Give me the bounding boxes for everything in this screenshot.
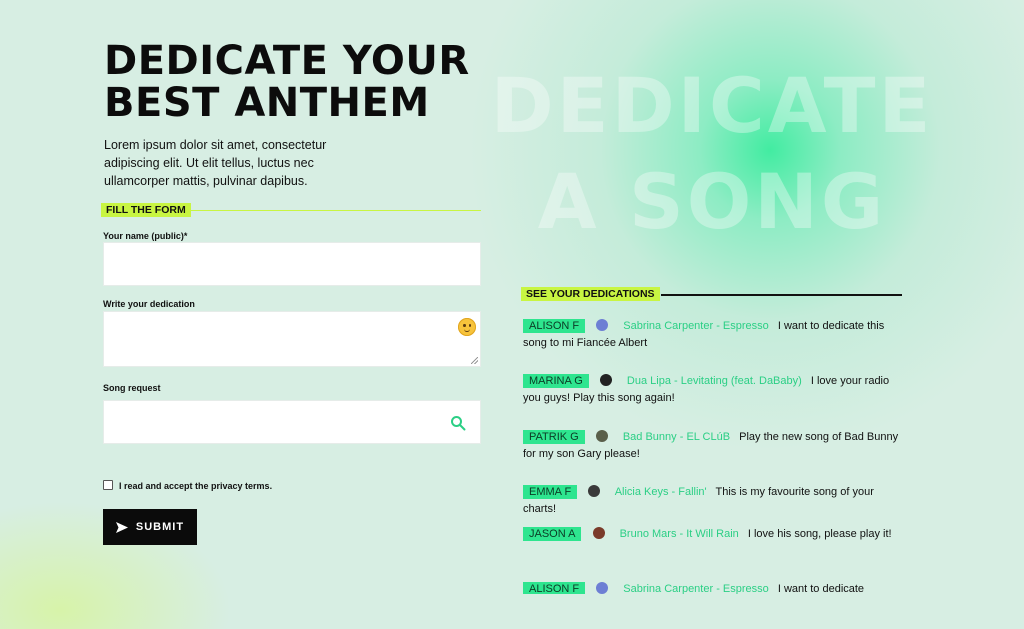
song-link[interactable]: Bad Bunny - EL CLúB <box>623 431 730 443</box>
page-title-line-2: BEST ANTHEM <box>104 80 430 126</box>
song-request-input[interactable] <box>104 401 480 443</box>
intro-text: Lorem ipsum dolor sit amet, consectetur … <box>104 138 327 188</box>
artist-avatar <box>599 374 612 386</box>
search-icon[interactable] <box>450 415 466 431</box>
dedication-field-wrapper <box>103 311 481 367</box>
song-link[interactable]: Sabrina Carpenter - Espresso <box>623 320 769 332</box>
artist-avatar <box>588 485 601 497</box>
name-label: Your name (public)* <box>103 231 188 241</box>
fill-form-label: FILL THE FORM <box>101 203 191 217</box>
dedication-label: Write your dedication <box>103 299 195 309</box>
dedication-item: EMMA F Alicia Keys - Fallin' This is my … <box>523 484 903 518</box>
privacy-label[interactable]: I read and accept the privacy terms. <box>119 481 272 491</box>
page-title-line-1: DEDICATE YOUR <box>104 38 470 84</box>
smiley-emoji-icon[interactable] <box>458 318 476 336</box>
dedications-heading: SEE YOUR DEDICATIONS <box>521 287 902 301</box>
dedication-item: ALISON F Sabrina Carpenter - Espresso I … <box>523 318 903 352</box>
watermark-line-2: A SONG <box>537 157 887 246</box>
artist-avatar <box>596 319 609 331</box>
dedication-textarea[interactable] <box>104 312 480 366</box>
song-request-field-wrapper <box>103 400 481 444</box>
dedications-list: ALISON F Sabrina Carpenter - Espresso I … <box>523 318 903 594</box>
submit-label: SUBMIT <box>135 521 185 533</box>
dedicator-name: JASON A <box>523 527 582 541</box>
dedication-item: MARINA G Dua Lipa - Levitating (feat. Da… <box>523 373 903 407</box>
submit-button[interactable]: SUBMIT <box>103 509 197 545</box>
dedication-item: PATRIK G Bad Bunny - EL CLúB Play the ne… <box>523 429 903 463</box>
song-request-label: Song request <box>103 383 161 393</box>
dedication-message: I want to dedicate <box>777 583 865 594</box>
send-icon <box>115 521 128 533</box>
dedicator-name: MARINA G <box>523 374 589 388</box>
dedicator-name: PATRIK G <box>523 430 585 444</box>
artist-avatar <box>596 582 609 594</box>
dedication-item: JASON A Bruno Mars - It Will Rain I love… <box>523 526 903 543</box>
fill-form-divider <box>189 210 481 211</box>
artist-avatar <box>592 527 605 539</box>
page-title: DEDICATE YOUR BEST ANTHEM <box>104 40 470 124</box>
dedicator-name: ALISON F <box>523 319 586 333</box>
name-input[interactable] <box>104 243 480 285</box>
watermark-line-1: DEDICATE <box>490 61 934 150</box>
dedications-label: SEE YOUR DEDICATIONS <box>521 287 660 301</box>
dedication-item: ALISON F Sabrina Carpenter - Espresso I … <box>523 581 903 594</box>
name-field-wrapper <box>103 242 481 286</box>
dedicator-name: ALISON F <box>523 582 586 594</box>
song-link[interactable]: Sabrina Carpenter - Espresso <box>623 583 769 594</box>
dedications-divider <box>661 294 902 296</box>
song-link[interactable]: Bruno Mars - It Will Rain <box>620 528 739 540</box>
song-link[interactable]: Alicia Keys - Fallin' <box>615 486 707 498</box>
background-watermark: DEDICATE A SONG <box>472 58 952 250</box>
resize-handle-icon[interactable] <box>471 357 478 364</box>
song-link[interactable]: Dua Lipa - Levitating (feat. DaBaby) <box>627 375 802 387</box>
privacy-checkbox[interactable] <box>103 480 113 490</box>
dedicator-name: EMMA F <box>523 485 578 499</box>
dedication-message: I love his song, please play it! <box>747 528 892 540</box>
artist-avatar <box>595 430 608 442</box>
fill-form-heading: FILL THE FORM <box>101 203 481 217</box>
